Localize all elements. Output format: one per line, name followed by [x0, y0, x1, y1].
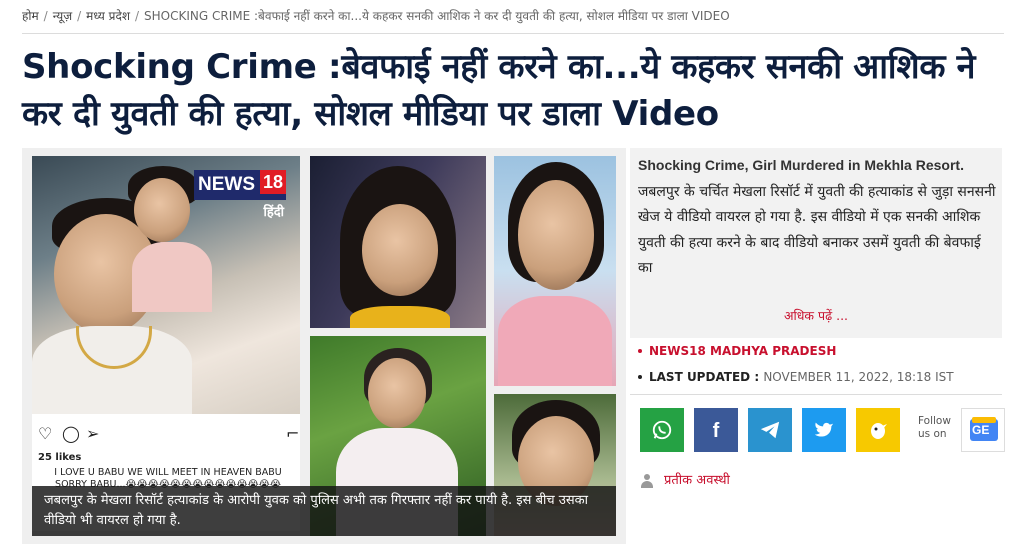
heart-icon[interactable]: ♡ [38, 424, 52, 443]
image-caption: जबलपुर के मेखला रिसॉर्ट हत्याकांड के आरो… [32, 486, 616, 536]
author-name: प्रतीक अवस्थी [664, 473, 730, 488]
bookmark-icon[interactable]: ⌐ [286, 424, 299, 443]
divider [630, 394, 1002, 395]
koo-share-button[interactable] [856, 408, 900, 452]
breadcrumb-news[interactable]: न्यूज़ [53, 9, 72, 23]
whatsapp-share-button[interactable] [640, 408, 684, 452]
instagram-post: NEWS 18 हिंदी ♡ ◯ ➢ ⌐ 25 likes I LOVE U … [32, 156, 300, 531]
twitter-icon [814, 422, 834, 437]
facebook-icon: f [712, 420, 720, 442]
photo-tile [310, 156, 486, 328]
facebook-share-button[interactable]: f [694, 408, 738, 452]
likes-count: 25 likes [38, 452, 82, 463]
last-updated: LAST UPDATED : NOVEMBER 11, 2022, 18:18 … [638, 370, 954, 384]
koo-icon [871, 423, 887, 439]
source-label: NEWS18 MADHYA PRADESH [638, 344, 836, 358]
summary-text: जबलपुर के चर्चित मेखला रिसॉर्ट में युवती… [638, 183, 996, 277]
breadcrumb: होम / न्यूज़ / मध्य प्रदेश / SHOCKING CRIME :ब… [22, 7, 730, 24]
breadcrumb-madhya-pradesh[interactable]: मध्य प्रदेश [86, 9, 130, 23]
person-icon [640, 473, 654, 489]
follow-us-label: Follow us on [918, 415, 951, 440]
article-media[interactable]: NEWS 18 हिंदी ♡ ◯ ➢ ⌐ 25 likes I LOVE U … [22, 148, 626, 544]
read-more-link[interactable]: अधिक पढ़ें ... [630, 307, 1002, 324]
author-byline[interactable]: प्रतीक अवस्थी [640, 470, 730, 489]
telegram-share-button[interactable] [748, 408, 792, 452]
divider [22, 33, 1004, 34]
news18-logo: NEWS 18 हिंदी [194, 170, 286, 220]
telegram-icon [760, 421, 780, 439]
google-news-icon: GE [972, 423, 990, 437]
instagram-actions: ♡ ◯ ➢ ⌐ [38, 424, 299, 444]
photo-tile [494, 156, 616, 386]
google-news-button[interactable]: GE [961, 408, 1005, 452]
twitter-share-button[interactable] [802, 408, 846, 452]
article-headline: Shocking Crime :बेवफाई नहीं करने का...ये… [22, 47, 976, 134]
post-photo: NEWS 18 हिंदी [32, 156, 300, 414]
breadcrumb-separator: / [134, 9, 140, 23]
whatsapp-icon [652, 420, 672, 440]
comment-icon[interactable]: ◯ [62, 424, 80, 443]
breadcrumb-separator: / [43, 9, 48, 23]
breadcrumb-current: SHOCKING CRIME :बेवफाई नहीं करने का...ये… [144, 9, 730, 23]
summary-lead: Shocking Crime, Girl Murdered in Mekhla … [638, 157, 964, 173]
send-icon[interactable]: ➢ [86, 424, 99, 443]
breadcrumb-home[interactable]: होम [22, 9, 39, 23]
article-summary: Shocking Crime, Girl Murdered in Mekhla … [630, 148, 1002, 338]
breadcrumb-separator: / [77, 9, 82, 23]
